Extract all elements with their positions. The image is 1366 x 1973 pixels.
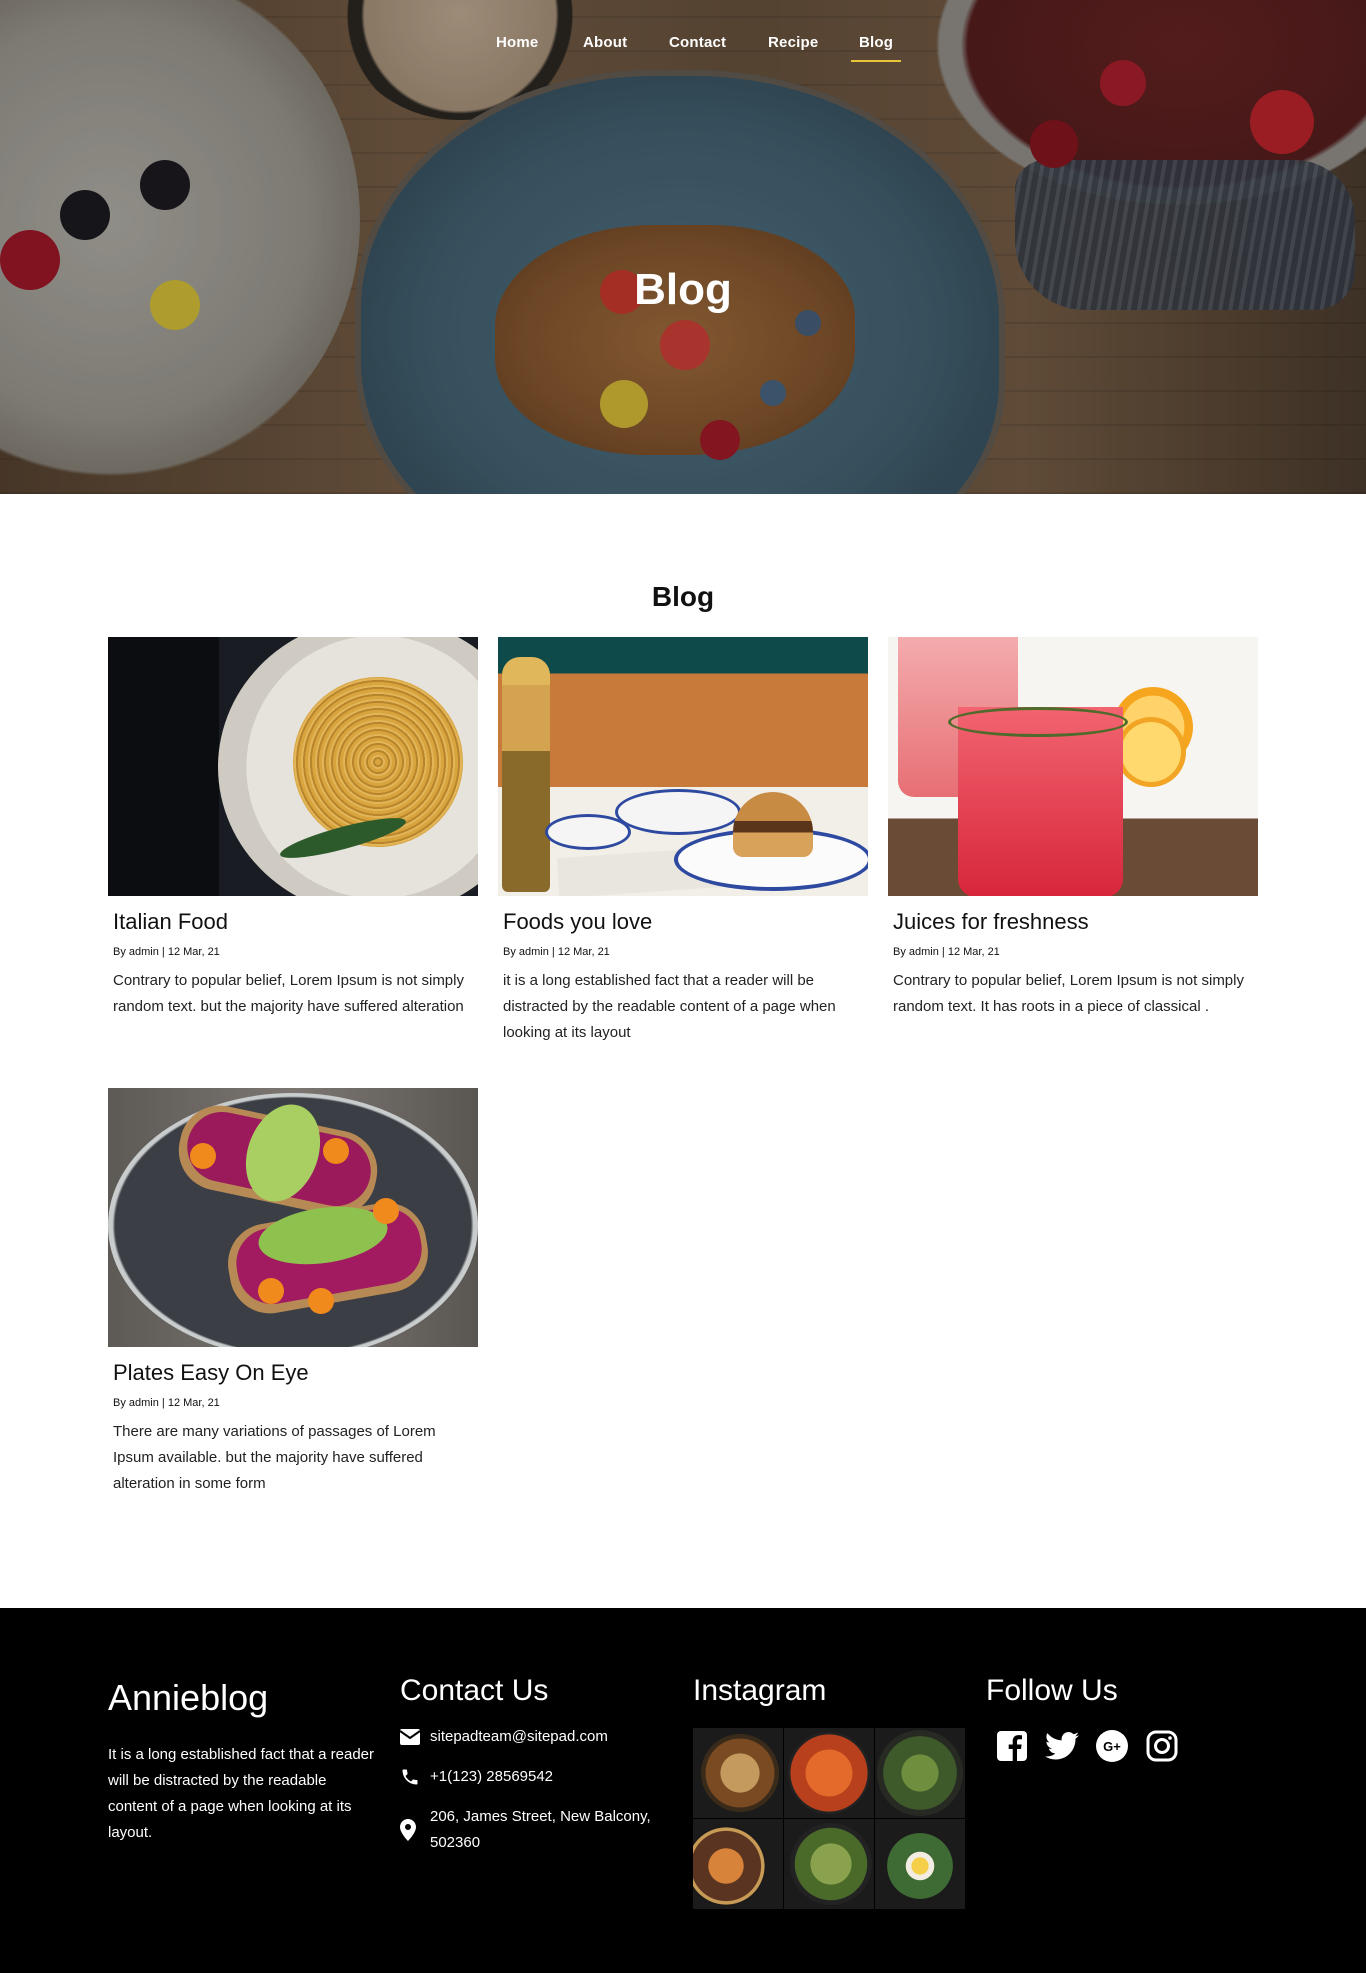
nav-blog-link[interactable]: Blog xyxy=(850,32,902,62)
footer-follow: Follow Us G+ xyxy=(986,1672,1266,1764)
instagram-thumb[interactable] xyxy=(784,1819,874,1909)
twitter-icon[interactable] xyxy=(1044,1728,1080,1764)
burger-bun xyxy=(733,792,813,857)
blog-card-meta: By admin | 12 Mar, 21 xyxy=(113,946,220,958)
blog-card-meta: By admin | 12 Mar, 21 xyxy=(503,946,610,958)
instagram-thumb[interactable] xyxy=(693,1819,783,1909)
orange-slice xyxy=(1116,717,1186,787)
blog-card-excerpt: There are many variations of passages of… xyxy=(113,1423,436,1492)
blog-card-title[interactable]: Italian Food xyxy=(113,907,478,937)
burger-side-plate xyxy=(548,817,628,847)
site-footer: Annieblog It is a long established fact … xyxy=(0,1608,1366,1973)
instagram-thumb[interactable] xyxy=(693,1728,783,1818)
contact-address-row: 206, James Street, New Balcony, 502360 xyxy=(400,1804,680,1856)
blog-section-title: Blog xyxy=(651,581,715,612)
instagram-thumb[interactable] xyxy=(784,1728,874,1818)
blog-card-title[interactable]: Juices for freshness xyxy=(893,907,1258,937)
social-links: G+ xyxy=(994,1728,1266,1764)
footer-follow-heading: Follow Us xyxy=(986,1674,1118,1707)
instagram-icon[interactable] xyxy=(1144,1728,1180,1764)
nav-recipe-link[interactable]: Recipe xyxy=(768,32,818,54)
phone-icon xyxy=(400,1764,430,1790)
facebook-icon[interactable] xyxy=(994,1728,1030,1764)
nav-about-link[interactable]: About xyxy=(583,32,627,54)
footer-about-text: It is a long established fact that a rea… xyxy=(108,1746,374,1841)
hero-title: Blog xyxy=(634,265,732,314)
blog-card[interactable]: Juices for freshness By admin | 12 Mar, … xyxy=(888,637,1258,1020)
instagram-grid xyxy=(693,1728,973,1909)
hero-overlay xyxy=(0,0,1366,494)
footer-instagram: Instagram xyxy=(693,1672,973,1909)
blog-card[interactable]: Plates Easy On Eye By admin | 12 Mar, 21… xyxy=(108,1088,478,1497)
blog-card-excerpt: Contrary to popular belief, Lorem Ipsum … xyxy=(113,972,464,1015)
blog-card-image[interactable] xyxy=(888,637,1258,896)
footer-brand[interactable]: Annieblog xyxy=(108,1676,388,1720)
footer-instagram-heading: Instagram xyxy=(693,1674,827,1707)
instagram-thumb[interactable] xyxy=(875,1728,965,1818)
blog-card-meta: By admin | 12 Mar, 21 xyxy=(113,1397,220,1409)
burger-bottle xyxy=(502,657,550,892)
blog-card[interactable]: Foods you love By admin | 12 Mar, 21 it … xyxy=(498,637,868,1046)
blog-card-title[interactable]: Plates Easy On Eye xyxy=(113,1358,478,1388)
blog-card-image[interactable] xyxy=(498,637,868,896)
google-plus-icon[interactable]: G+ xyxy=(1094,1728,1130,1764)
footer-contact: Contact Us sitepadteam@sitepad.com +1(12… xyxy=(400,1672,680,1856)
footer-about: Annieblog It is a long established fact … xyxy=(108,1676,388,1846)
cherry-tomato xyxy=(190,1143,216,1169)
blog-card-image[interactable] xyxy=(108,637,478,896)
cherry-tomato xyxy=(373,1198,399,1224)
instagram-thumb[interactable] xyxy=(875,1819,965,1909)
cherry-tomato xyxy=(258,1278,284,1304)
footer-contact-heading: Contact Us xyxy=(400,1674,549,1707)
cherry-tomato xyxy=(323,1138,349,1164)
hero-banner: Home About Contact Recipe Blog Blog xyxy=(0,0,1366,494)
blog-card[interactable]: Italian Food By admin | 12 Mar, 21 Contr… xyxy=(108,637,478,1020)
blog-card-excerpt: Contrary to popular belief, Lorem Ipsum … xyxy=(893,972,1244,1015)
blog-card-title[interactable]: Foods you love xyxy=(503,907,868,937)
main-nav: Home About Contact Recipe Blog xyxy=(0,32,1366,64)
contact-phone[interactable]: +1(123) 28569542 xyxy=(430,1764,553,1790)
blog-card-excerpt: it is a long established fact that a rea… xyxy=(503,972,836,1041)
cherry-tomato xyxy=(308,1288,334,1314)
svg-text:G+: G+ xyxy=(1103,1739,1121,1754)
blog-card-meta: By admin | 12 Mar, 21 xyxy=(893,946,1000,958)
nav-home-link[interactable]: Home xyxy=(496,32,538,54)
envelope-icon xyxy=(400,1724,430,1750)
map-pin-icon xyxy=(400,1804,430,1856)
contact-phone-row: +1(123) 28569542 xyxy=(400,1764,680,1790)
blog-card-image[interactable] xyxy=(108,1088,478,1347)
burger-bowl xyxy=(618,792,738,832)
contact-email[interactable]: sitepadteam@sitepad.com xyxy=(430,1724,608,1750)
juice-herb-garnish xyxy=(948,707,1128,737)
contact-address: 206, James Street, New Balcony, 502360 xyxy=(430,1808,651,1851)
contact-email-row: sitepadteam@sitepad.com xyxy=(400,1724,680,1750)
nav-contact-link[interactable]: Contact xyxy=(669,32,726,54)
